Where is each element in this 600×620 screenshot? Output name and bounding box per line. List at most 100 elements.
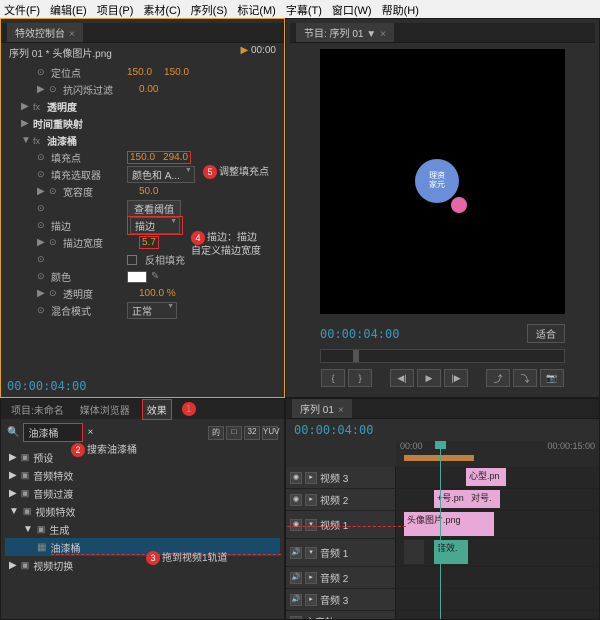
track-head-a3[interactable]: 🔊▸音频 3 [286,589,396,610]
mark-in-button[interactable]: { [321,369,345,387]
clip-audio-empty[interactable] [404,540,424,564]
folder-icon: ▣ [37,524,46,535]
prop-opacity-group[interactable]: 透明度 [47,99,119,114]
prop-paintbucket[interactable]: 油漆桶 [47,133,119,148]
color-swatch[interactable] [127,271,147,283]
avatar-image: 理资 家元 [415,159,459,203]
track-head-v2[interactable]: ◉▸视频 2 [286,489,396,510]
yuv-icon[interactable]: YUV [262,426,278,440]
play-button[interactable]: ▶ [417,369,441,387]
effects-panel: 项目:未命名 媒体浏览器 效果 1 🔍 油漆桶 × 的 □ 32 YUV 2搜索… [0,398,285,620]
track-head-master[interactable]: ▸主音轨 [286,611,396,619]
close-icon[interactable]: × [380,29,386,40]
prop-strokewidth[interactable]: 描边宽度 [63,235,135,250]
eyedropper-icon[interactable]: ✎ [151,271,163,283]
speaker-icon[interactable]: 🔊 [290,594,302,606]
effect-icon: ▦ [37,542,46,553]
tab-program[interactable]: 节目: 序列 01 ▼× [296,23,394,42]
fx-badge-icon[interactable]: 的 [208,426,224,440]
prop-fillpoint[interactable]: 填充点 [51,150,123,165]
tab-sequence[interactable]: 序列 01× [292,399,352,418]
effect-controls-panel: 特效控制台× 序列 01 * 头像图片.png ▶ 00:00 ⊙定位点150.… [0,18,285,398]
close-icon[interactable]: × [338,405,344,416]
eye-icon[interactable]: ◉ [290,472,302,484]
prop-deflicker[interactable]: 抗闪烁过滤 [63,82,135,97]
monitor-viewport[interactable]: 理资 家元 [320,49,565,314]
program-monitor: 节目: 序列 01 ▼× 理资 家元 00:00:04:00 适合 { } ◀|… [285,18,600,398]
track-head-a2[interactable]: 🔊▸音频 2 [286,567,396,588]
prop-stroke[interactable]: 描边 [51,218,123,233]
clip-check[interactable]: 对号. [468,490,500,508]
time-ruler[interactable]: 00:00 00:00:15:00 [396,441,599,467]
menu-title[interactable]: 字幕(T) [286,2,322,16]
track-head-v1[interactable]: ◉▾视频 1 [286,511,396,538]
menu-file[interactable]: 文件(F) [4,2,40,16]
tab-project[interactable]: 项目:未命名 [7,400,68,419]
mini-timecode: 00:00 [251,45,276,56]
tab-effects[interactable]: 效果 [142,399,172,420]
menu-sequence[interactable]: 序列(S) [191,2,228,16]
folder-icon: ▣ [21,488,30,499]
32bit-icon[interactable]: 32 [244,426,260,440]
prop-color[interactable]: 颜色 [51,269,123,284]
menu-project[interactable]: 项目(P) [97,2,134,16]
menu-edit[interactable]: 编辑(E) [50,2,87,16]
track-head-v3[interactable]: ◉▸视频 3 [286,467,396,488]
work-area-bar[interactable] [404,455,474,461]
tree-presets[interactable]: 预设 [33,450,53,465]
prop-anchor[interactable]: 定位点 [51,65,123,80]
fit-dropdown[interactable]: 适合 [527,324,565,343]
prop-opacity[interactable]: 透明度 [63,286,135,301]
step-fwd-button[interactable]: |▶ [444,369,468,387]
monitor-scrubber[interactable] [320,349,565,363]
folder-icon: ▣ [21,560,30,571]
step-back-button[interactable]: ◀| [390,369,414,387]
source-label: 序列 01 * 头像图片.png [9,45,112,60]
ecp-timecode[interactable]: 00:00:04:00 [7,379,86,393]
prop-tolerance[interactable]: 宽容度 [63,184,135,199]
tree-video-fx[interactable]: 视频特效 [35,504,75,519]
accel-icon[interactable]: □ [226,426,242,440]
speaker-icon[interactable]: 🔊 [290,572,302,584]
menu-clip[interactable]: 素材(C) [143,2,180,16]
folder-icon: ▣ [23,506,32,517]
tab-media-browser[interactable]: 媒体浏览器 [76,400,134,419]
menu-marker[interactable]: 标记(M) [237,2,276,16]
program-tc-left[interactable]: 00:00:04:00 [320,327,399,341]
view-threshold-button[interactable]: 查看阈值 [127,200,181,217]
prop-timeremap[interactable]: 时间重映射 [33,116,105,131]
prop-blend[interactable]: 混合模式 [51,303,123,318]
menu-bar[interactable]: 文件(F) 编辑(E) 项目(P) 素材(C) 序列(S) 标记(M) 字幕(T… [0,0,600,18]
playhead[interactable] [440,441,441,620]
clear-search-icon[interactable]: × [87,427,93,438]
timeline-panel: 序列 01× 00:00:04:00 00:00 00:00:15:00 ◉▸视… [285,398,600,620]
extract-button[interactable]: ⤵ [513,369,537,387]
tree-paintbucket[interactable]: 油漆桶 [50,540,80,555]
tree-audio-fx[interactable]: 音频特效 [33,468,73,483]
lift-button[interactable]: ⤴ [486,369,510,387]
speaker-icon[interactable]: 🔊 [290,547,302,559]
effects-search-input[interactable]: 油漆桶 [23,423,83,442]
effects-tree[interactable]: ▶▣预设 ▶▣音频特效 ▶▣音频过渡 ▼▣视频特效 ▼▣生成 ▦油漆桶 ▶▣视频… [1,446,284,576]
menu-window[interactable]: 窗口(W) [332,2,372,16]
eye-icon[interactable]: ◉ [290,494,302,506]
folder-icon: ▣ [21,470,30,481]
tree-generate[interactable]: 生成 [49,522,69,537]
heart-badge [451,197,467,213]
mark-out-button[interactable]: } [348,369,372,387]
clip-avatar[interactable]: 头像图片.png [404,512,494,536]
track-head-a1[interactable]: 🔊▾音频 1 [286,539,396,566]
tab-effect-controls[interactable]: 特效控制台× [7,23,83,42]
menu-help[interactable]: 帮助(H) [382,2,419,16]
clip-heart[interactable]: 心型.pn [466,468,506,486]
eye-icon[interactable]: ◉ [290,519,302,531]
close-icon[interactable]: × [69,29,75,40]
timeline-timecode[interactable]: 00:00:04:00 [294,423,373,437]
tree-audio-trans[interactable]: 音频过渡 [33,486,73,501]
folder-icon: ▣ [21,452,30,463]
export-frame-button[interactable]: 📷 [540,369,564,387]
tree-video-trans[interactable]: 视频切换 [33,558,73,573]
prop-fillselector[interactable]: 填充选取器 [51,167,123,182]
invert-checkbox[interactable] [127,255,137,265]
transport-controls: { } ◀| ▶ |▶ ⤴ ⤵ 📷 [290,365,595,391]
